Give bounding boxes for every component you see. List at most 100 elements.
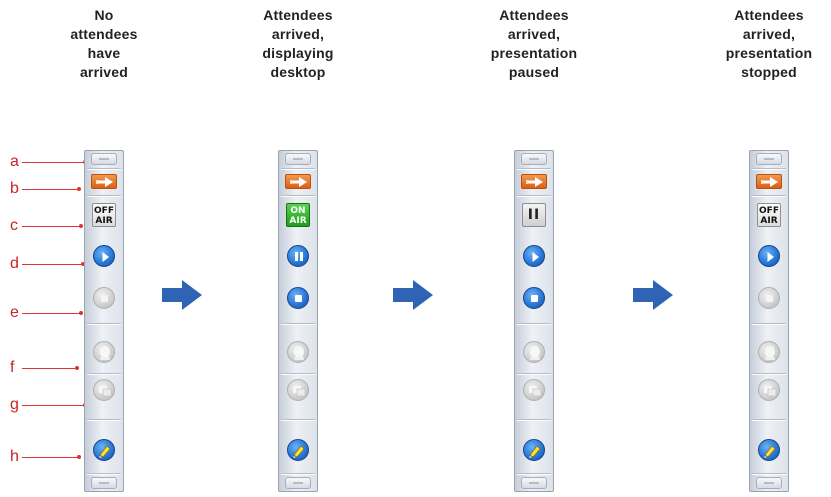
separator — [87, 373, 121, 375]
monitors-icon — [529, 386, 542, 397]
separator — [517, 195, 551, 197]
leader-line-g — [22, 403, 87, 407]
stop-button[interactable] — [523, 287, 545, 309]
highlighter-icon — [99, 445, 111, 458]
separator — [281, 473, 315, 475]
separator — [752, 473, 786, 475]
attendee-view-button[interactable] — [523, 341, 545, 363]
air-line-2: AIR — [289, 216, 307, 226]
play-button[interactable] — [758, 245, 780, 267]
heading-line: arrived, — [742, 26, 796, 42]
separator — [517, 168, 551, 170]
top-grip-handle[interactable] — [756, 153, 782, 165]
play-button[interactable] — [523, 245, 545, 267]
separator — [752, 373, 786, 375]
monitors-icon — [764, 386, 777, 397]
separator — [281, 373, 315, 375]
highlighter-icon — [529, 445, 541, 458]
on-air-status-button[interactable]: OFF AIR — [92, 203, 116, 227]
play-icon — [532, 252, 539, 262]
air-line-2: AIR — [95, 216, 113, 226]
person-icon — [100, 346, 110, 360]
stop-icon — [101, 295, 108, 302]
right-arrow-icon — [761, 177, 778, 187]
heading-line: arrived, — [271, 26, 325, 42]
panel-2-heading: Attendees arrived, displaying desktop — [233, 6, 363, 82]
on-air-status-button[interactable]: OFF AIR — [757, 203, 781, 227]
heading-line: No — [94, 7, 114, 23]
share-arrow-button[interactable] — [285, 174, 311, 189]
heading-line: paused — [508, 64, 560, 80]
share-arrow-button[interactable] — [521, 174, 547, 189]
bottom-grip-handle[interactable] — [521, 477, 547, 489]
display-share-button[interactable] — [93, 379, 115, 401]
heading-line: arrived, — [507, 26, 561, 42]
attendee-view-button[interactable] — [287, 341, 309, 363]
attendee-view-button[interactable] — [758, 341, 780, 363]
separator — [87, 473, 121, 475]
leader-line-c — [22, 224, 83, 228]
annotate-button[interactable] — [287, 439, 309, 461]
play-icon — [102, 252, 109, 262]
stop-button[interactable] — [287, 287, 309, 309]
monitors-icon — [293, 386, 306, 397]
leader-line-h — [22, 455, 81, 459]
on-air-status-button[interactable]: ON AIR — [286, 203, 310, 227]
stop-button[interactable] — [93, 287, 115, 309]
top-grip-handle[interactable] — [285, 153, 311, 165]
bottom-grip-handle[interactable] — [91, 477, 117, 489]
pause-icon — [295, 252, 303, 261]
right-arrow-icon — [162, 280, 202, 310]
separator — [87, 323, 121, 325]
share-arrow-button[interactable] — [756, 174, 782, 189]
annotate-button[interactable] — [523, 439, 545, 461]
on-air-status-button[interactable]: II — [522, 203, 546, 227]
annotate-button[interactable] — [758, 439, 780, 461]
monitors-icon — [99, 386, 112, 397]
air-line-2: AIR — [760, 216, 778, 226]
right-arrow-icon — [393, 280, 433, 310]
heading-line: Attendees — [263, 7, 333, 23]
play-button[interactable] — [93, 245, 115, 267]
right-arrow-icon — [96, 177, 113, 187]
separator — [281, 323, 315, 325]
flow-arrow-1 — [162, 280, 202, 315]
leader-line-f — [22, 366, 79, 370]
heading-line: Attendees — [499, 7, 569, 23]
highlighter-icon — [764, 445, 776, 458]
share-arrow-button[interactable] — [91, 174, 117, 189]
heading-line: displaying — [262, 45, 334, 61]
top-grip-handle[interactable] — [91, 153, 117, 165]
display-share-button[interactable] — [758, 379, 780, 401]
leader-line-b — [22, 187, 81, 191]
annotate-button[interactable] — [93, 439, 115, 461]
display-share-button[interactable] — [287, 379, 309, 401]
heading-line: attendees — [70, 26, 138, 42]
heading-line: Attendees — [734, 7, 804, 23]
separator — [87, 195, 121, 197]
separator — [87, 168, 121, 170]
separator — [517, 419, 551, 421]
attendee-view-button[interactable] — [93, 341, 115, 363]
person-icon — [765, 346, 775, 360]
separator — [281, 419, 315, 421]
bottom-grip-handle[interactable] — [285, 477, 311, 489]
heading-line: presentation — [490, 45, 578, 61]
panel-3-heading: Attendees arrived, presentation paused — [469, 6, 599, 82]
separator — [517, 473, 551, 475]
heading-line: desktop — [270, 64, 326, 80]
stop-icon — [531, 295, 538, 302]
play-icon — [767, 252, 774, 262]
separator — [517, 323, 551, 325]
leader-line-d — [22, 262, 85, 266]
display-share-button[interactable] — [523, 379, 545, 401]
bottom-grip-handle[interactable] — [756, 477, 782, 489]
person-icon — [294, 346, 304, 360]
air-line-1: II — [527, 207, 541, 223]
separator — [752, 195, 786, 197]
top-grip-handle[interactable] — [521, 153, 547, 165]
right-arrow-icon — [290, 177, 307, 187]
pause-button[interactable] — [287, 245, 309, 267]
separator — [281, 195, 315, 197]
stop-button[interactable] — [758, 287, 780, 309]
